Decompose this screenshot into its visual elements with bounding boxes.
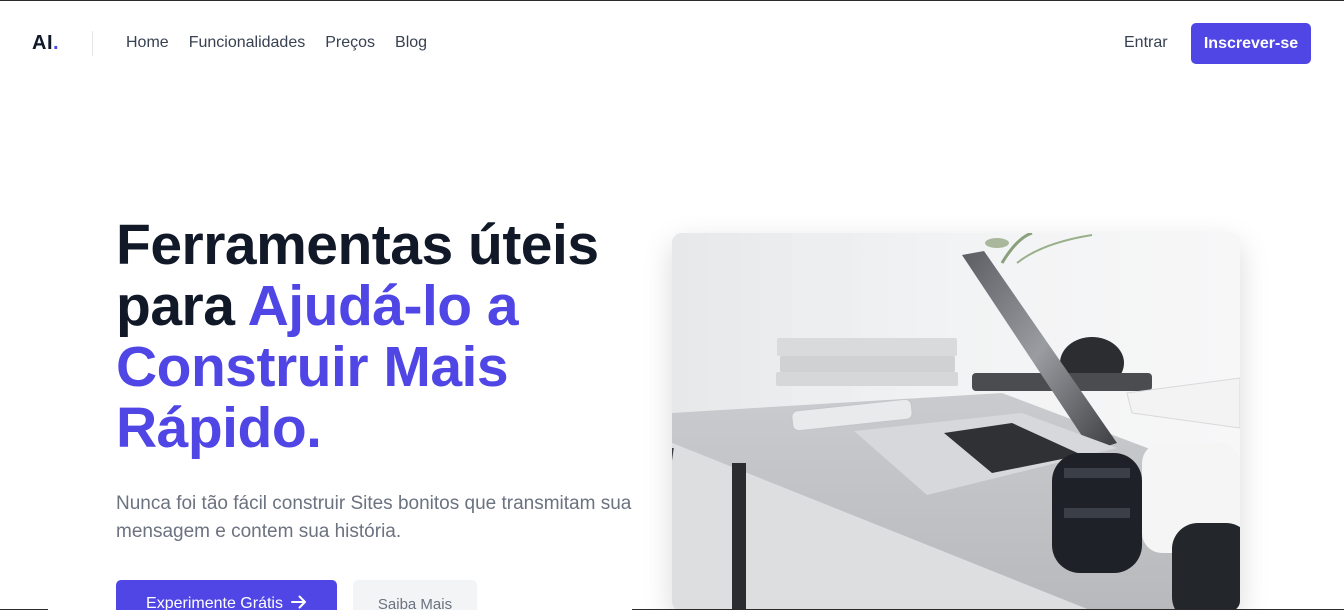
hero-image <box>672 233 1240 610</box>
page: AI. Home Funcionalidades Preços Blog Ent… <box>0 0 1344 610</box>
login-link[interactable]: Entrar <box>1124 34 1168 52</box>
nav-link-funcionalidades[interactable]: Funcionalidades <box>189 34 306 52</box>
arrow-right-icon <box>290 595 307 610</box>
hero-subtitle: Nunca foi tão fácil construir Sites boni… <box>116 493 632 542</box>
desk-laptop-illustration <box>672 233 1240 610</box>
logo[interactable]: AI. <box>32 32 59 55</box>
nav-link-precos[interactable]: Preços <box>325 34 375 52</box>
try-free-label: Experimente Grátis <box>146 595 283 610</box>
logo-dot: . <box>53 32 60 54</box>
nav-link-blog[interactable]: Blog <box>395 34 427 52</box>
learn-more-button[interactable]: Saiba Mais <box>353 580 477 610</box>
nav-link-home[interactable]: Home <box>126 34 169 52</box>
nav-links: Home Funcionalidades Preços Blog <box>126 34 427 52</box>
signup-button[interactable]: Inscrever-se <box>1191 23 1311 64</box>
top-navbar: AI. Home Funcionalidades Preços Blog Ent… <box>0 1 1344 85</box>
try-free-button[interactable]: Experimente Grátis <box>116 580 337 610</box>
hero-headline: Ferramentas úteis para Ajudá-lo a Constr… <box>116 215 656 459</box>
nav-divider <box>92 31 93 56</box>
logo-text: AI <box>32 32 53 54</box>
